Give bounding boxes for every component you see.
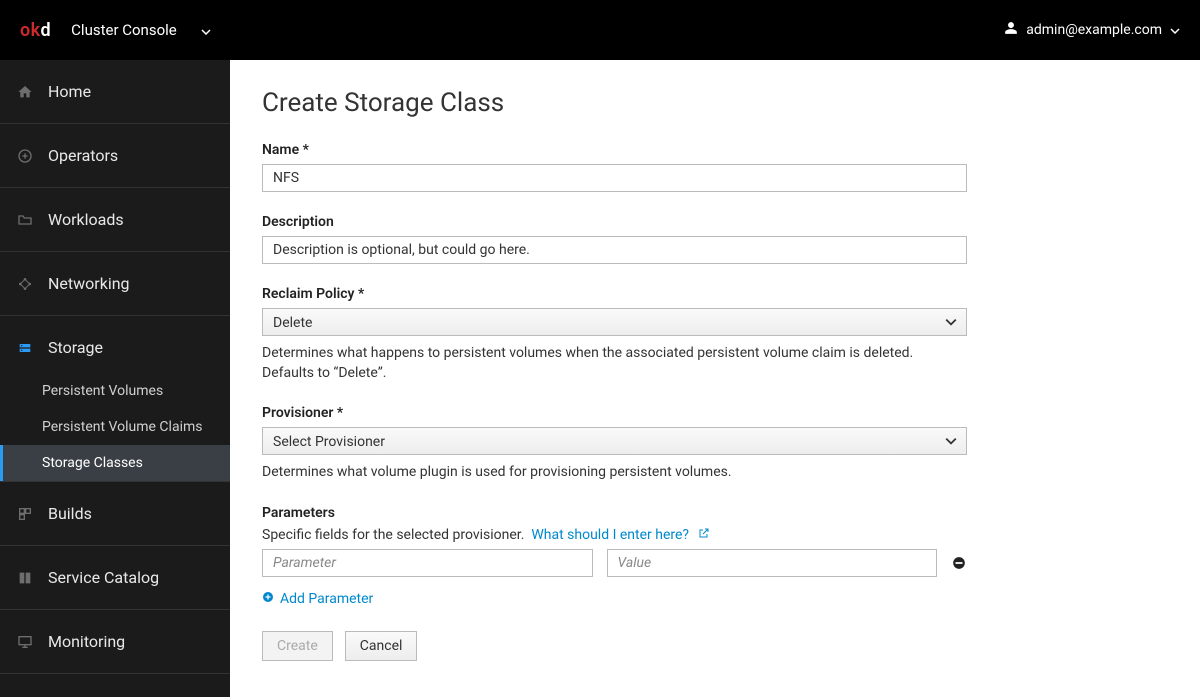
- field-name: Name *: [262, 142, 967, 192]
- provisioner-help: Determines what volume plugin is used fo…: [262, 463, 967, 483]
- sidebar: Home Operators Workloads Networking Stor…: [0, 60, 230, 697]
- parameter-name-input[interactable]: [262, 549, 593, 577]
- sidebar-item-label: Storage Classes: [42, 455, 143, 471]
- sidebar-storage-sub: Persistent Volumes Persistent Volume Cla…: [0, 373, 230, 482]
- sidebar-item-networking[interactable]: Networking: [0, 252, 230, 316]
- name-label: Name *: [262, 142, 967, 158]
- catalog-icon: [16, 569, 34, 587]
- parameter-value-input[interactable]: [607, 549, 938, 577]
- sidebar-item-catalog[interactable]: Service Catalog: [0, 546, 230, 610]
- sidebar-item-label: Networking: [48, 274, 130, 293]
- sidebar-sub-pvc[interactable]: Persistent Volume Claims: [0, 409, 230, 445]
- sidebar-sub-storageclasses[interactable]: Storage Classes: [0, 445, 230, 481]
- provisioner-label: Provisioner *: [262, 405, 967, 421]
- sidebar-item-label: Operators: [48, 146, 118, 165]
- user-menu[interactable]: admin@example.com: [1004, 21, 1180, 39]
- sidebar-item-monitoring[interactable]: Monitoring: [0, 610, 230, 674]
- cancel-button[interactable]: Cancel: [345, 631, 418, 661]
- user-icon: [1004, 21, 1018, 39]
- reclaim-label: Reclaim Policy *: [262, 286, 967, 302]
- sidebar-item-label: Home: [48, 82, 91, 101]
- sidebar-item-builds[interactable]: Builds: [0, 482, 230, 546]
- sidebar-item-label: Monitoring: [48, 632, 125, 651]
- page-title: Create Storage Class: [262, 88, 1168, 118]
- plus-circle-icon: [262, 591, 274, 607]
- parameter-row: [262, 549, 967, 577]
- sidebar-sub-pv[interactable]: Persistent Volumes: [0, 373, 230, 409]
- description-label: Description: [262, 214, 967, 230]
- parameters-subtitle: Specific fields for the selected provisi…: [262, 527, 967, 543]
- reclaim-value: Delete: [273, 315, 312, 331]
- field-provisioner: Provisioner * Select Provisioner Determi…: [262, 405, 967, 483]
- console-label: Cluster Console: [71, 21, 177, 39]
- name-input[interactable]: [262, 164, 967, 192]
- logo-d: d: [41, 20, 52, 41]
- sidebar-item-label: Storage: [48, 338, 103, 357]
- sidebar-item-administration[interactable]: Administration: [0, 674, 230, 697]
- create-button[interactable]: Create: [262, 631, 333, 661]
- operators-icon: [16, 147, 34, 165]
- folder-icon: [16, 211, 34, 229]
- sidebar-item-label: Service Catalog: [48, 568, 159, 587]
- logo-ok: ok: [20, 20, 41, 41]
- form-actions: Create Cancel: [262, 631, 1168, 661]
- sidebar-item-label: Workloads: [48, 210, 124, 229]
- logo: okd: [20, 20, 51, 41]
- sidebar-item-label: Persistent Volume Claims: [42, 419, 202, 435]
- reclaim-help: Determines what happens to persistent vo…: [262, 344, 967, 383]
- parameters-help-link[interactable]: What should I enter here?: [531, 527, 710, 543]
- monitor-icon: [16, 633, 34, 651]
- add-parameter-button[interactable]: Add Parameter: [262, 591, 373, 607]
- main-content: Create Storage Class Name * Description …: [230, 60, 1200, 697]
- sidebar-item-storage[interactable]: Storage: [0, 316, 230, 373]
- sidebar-item-label: Builds: [48, 504, 92, 523]
- console-selector[interactable]: Cluster Console: [71, 21, 211, 39]
- provisioner-select[interactable]: Select Provisioner: [262, 427, 967, 455]
- external-link-icon: [698, 527, 710, 543]
- chevron-down-icon: [1170, 22, 1180, 38]
- reclaim-select[interactable]: Delete: [262, 308, 967, 336]
- sidebar-item-workloads[interactable]: Workloads: [0, 188, 230, 252]
- parameters-label: Parameters: [262, 505, 967, 521]
- builds-icon: [16, 505, 34, 523]
- topbar: okd Cluster Console admin@example.com: [0, 0, 1200, 60]
- field-description: Description: [262, 214, 967, 264]
- storage-icon: [16, 339, 34, 357]
- provisioner-value: Select Provisioner: [273, 434, 385, 450]
- field-reclaim: Reclaim Policy * Delete Determines what …: [262, 286, 967, 383]
- user-label: admin@example.com: [1026, 22, 1162, 38]
- description-input[interactable]: [262, 236, 967, 264]
- sidebar-item-label: Persistent Volumes: [42, 383, 163, 399]
- remove-parameter-button[interactable]: [951, 555, 967, 571]
- chevron-down-icon: [201, 21, 211, 39]
- network-icon: [16, 275, 34, 293]
- sidebar-item-home[interactable]: Home: [0, 60, 230, 124]
- sidebar-item-operators[interactable]: Operators: [0, 124, 230, 188]
- home-icon: [16, 83, 34, 101]
- field-parameters: Parameters Specific fields for the selec…: [262, 505, 967, 607]
